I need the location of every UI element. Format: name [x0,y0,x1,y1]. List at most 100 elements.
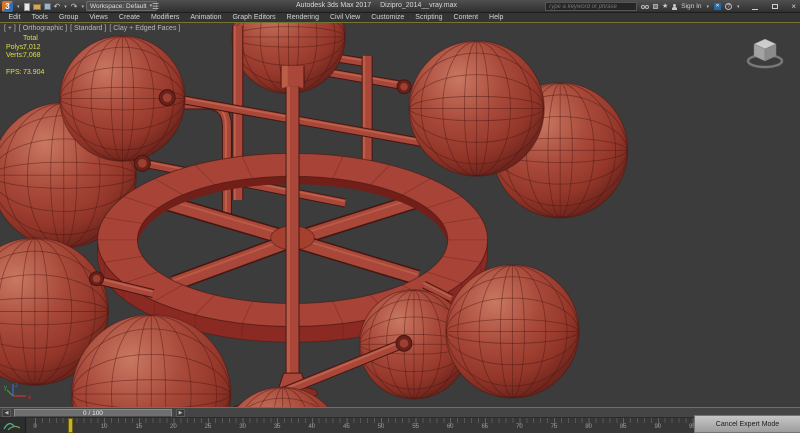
help-caret-icon[interactable]: ▾ [737,4,740,10]
viewport-menu-view[interactable]: [ Orthographic ] [19,25,67,32]
sign-in-button[interactable]: Sign In [681,3,701,10]
workspace-menu-icon[interactable]: ☰ [152,2,159,11]
menu-item-scripting[interactable]: Scripting [410,13,448,22]
stats-fps-value: 73.904 [23,68,45,76]
connector-flange[interactable] [89,271,105,287]
connector-flange[interactable] [396,79,412,95]
ruler-label-40: 40 [308,424,316,430]
ruler-label-0: 0 [33,424,37,430]
connector-flange[interactable] [133,154,151,172]
cancel-expert-mode-button[interactable]: Cancel Expert Mode [694,415,800,433]
user-icon[interactable] [672,3,678,10]
redo-caret-icon[interactable]: ▾ [81,4,84,10]
ruler-label-50: 50 [377,424,385,430]
menu-item-group[interactable]: Group [53,13,83,22]
ruler-label-60: 60 [446,424,454,430]
communication-center-icon[interactable] [653,4,658,9]
titlebar-right-icons: ★ Sign In ▾ ✕ ? ▾ [641,1,741,12]
menu-item-animation[interactable]: Animation [185,13,227,22]
undo-icon[interactable]: ↶ [54,2,61,11]
connector-flange[interactable] [158,89,176,107]
time-slider: ◀ 0 / 100 ▶ [0,408,800,418]
sphere[interactable] [408,40,545,177]
timeline-ruler[interactable]: 0510152025303540455055606570758085909510… [27,418,800,433]
app-menu-caret-icon[interactable]: ▾ [17,4,20,10]
axis-x-label: x [28,395,31,401]
open-file-icon[interactable] [32,3,41,10]
search-icon[interactable] [641,4,649,9]
ruler-label-65: 65 [481,424,489,430]
statistics-overlay: Total Polys: 7,012 Verts: 7,068 FPS: 73.… [6,35,44,77]
minimize-button[interactable] [752,4,758,10]
menu-item-rendering[interactable]: Rendering [281,13,324,22]
ruler-label-45: 45 [343,424,350,430]
restore-button[interactable] [771,4,778,9]
viewport-canvas[interactable] [0,23,800,407]
menu-item-modifiers[interactable]: Modifiers [145,13,184,22]
help-icon[interactable]: ? [725,3,733,10]
quick-access-toolbar: ▾ ↶ ▾ ↷ ▾ [16,2,95,11]
vertical-post[interactable] [285,86,300,378]
new-scene-icon[interactable] [23,2,30,11]
vertical-post[interactable] [280,65,305,88]
title-bar: 3 ▾ ↶ ▾ ↷ ▾ Workspace: Default ▾ ☰ Autod… [0,0,800,13]
mini-curve-editor-button[interactable] [0,418,26,433]
exchange-apps-icon[interactable]: ✕ [714,3,722,10]
file-name: Dizipro_2014__vray.max [380,2,458,9]
ruler-label-75: 75 [550,424,558,430]
stats-total-label: Total [23,35,38,42]
previous-frame-button[interactable]: ◀ [2,409,11,417]
ruler-label-80: 80 [585,424,592,430]
ruler-label-10: 10 [100,424,108,430]
workspace-selector[interactable]: Workspace: Default ▾ [86,1,158,11]
favorites-icon[interactable]: ★ [662,3,668,10]
stats-verts-value: 7,068 [23,52,41,59]
app-title: Autodesk 3ds Max 2017 [296,2,372,9]
world-axis-gizmo: x y z [4,383,31,401]
search-input[interactable] [545,2,637,11]
viewport-label: [ + ] [ Orthographic ] [ Standard ] [ Cl… [4,25,180,32]
viewport-menu-standard[interactable]: [ Standard ] [70,25,106,32]
menu-item-customize[interactable]: Customize [366,13,410,22]
window-controls: × [750,1,798,12]
stats-polys-value: 7,012 [23,43,41,51]
sphere[interactable] [445,264,580,399]
workspace-label: Workspace: Default [90,2,147,10]
redo-icon[interactable]: ↷ [71,2,78,11]
menu-item-tools[interactable]: Tools [26,13,53,22]
save-file-icon[interactable] [43,3,51,10]
time-slider-handle[interactable]: 0 / 100 [14,409,172,417]
viewcube[interactable] [742,31,788,73]
track-bar[interactable]: 0510152025303540455055606570758085909510… [0,418,800,433]
menu-item-edit[interactable]: Edit [3,13,26,22]
menu-item-help[interactable]: Help [484,13,509,22]
menu-item-create[interactable]: Create [113,13,145,22]
ruler-label-20: 20 [170,424,177,430]
next-frame-button[interactable]: ▶ [176,409,185,417]
app-logo-icon[interactable]: 3 [2,1,13,12]
ruler-label-55: 55 [412,424,419,430]
viewport-menu-shading[interactable]: [ Clay + Edged Faces ] [109,25,180,32]
axis-z-label: z [15,383,18,389]
ruler-label-70: 70 [516,424,523,430]
menu-item-civil-view[interactable]: Civil View [324,13,365,22]
ruler-label-90: 90 [654,424,662,430]
menu-item-content[interactable]: Content [448,13,484,22]
window-title: Autodesk 3ds Max 2017 Dizipro_2014__vray… [296,2,457,9]
current-frame-marker[interactable] [68,418,73,433]
viewport-menu-plus[interactable]: [ + ] [4,25,16,32]
application-window: 3 ▾ ↶ ▾ ↷ ▾ Workspace: Default ▾ ☰ Autod… [0,0,800,433]
menu-item-views[interactable]: Views [84,13,114,22]
ruler-label-15: 15 [135,424,143,430]
connector-flange[interactable] [395,334,413,352]
ruler-label-85: 85 [619,424,627,430]
ruler-label-25: 25 [204,424,212,430]
undo-caret-icon[interactable]: ▾ [64,4,67,10]
ruler-label-35: 35 [273,424,281,430]
ruler-label-30: 30 [239,424,246,430]
stats-verts-label: Verts: [6,52,24,59]
viewport[interactable]: [ + ] [ Orthographic ] [ Standard ] [ Cl… [0,22,800,408]
close-button[interactable]: × [791,2,796,11]
sign-in-caret-icon[interactable]: ▾ [707,4,710,10]
menu-item-graph-editors[interactable]: Graph Editors [227,13,281,22]
